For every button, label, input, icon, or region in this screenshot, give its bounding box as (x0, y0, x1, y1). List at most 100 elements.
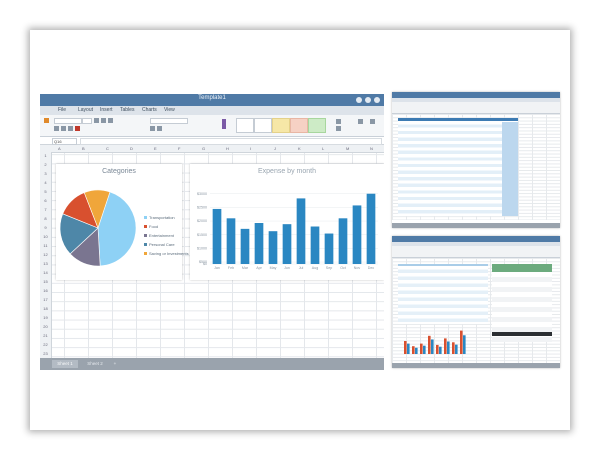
row-header[interactable]: 11 (40, 243, 51, 248)
sheet-tab-2[interactable]: Sheet 2 (82, 360, 108, 368)
row-header[interactable]: 21 (40, 333, 51, 338)
column-header[interactable]: H (226, 146, 229, 151)
pie-chart-card[interactable]: Categories Transportation Food Entertain… (56, 164, 189, 280)
column-header[interactable]: M (346, 146, 349, 151)
row-header[interactable]: 22 (40, 342, 51, 347)
font-color-icon[interactable] (75, 126, 80, 131)
close-icon[interactable] (374, 97, 380, 103)
currency-icon[interactable] (150, 126, 155, 131)
column-header[interactable]: B (82, 146, 85, 151)
sort-icon[interactable] (358, 119, 363, 124)
font-size-select[interactable] (82, 118, 92, 124)
menu-file[interactable]: File (58, 107, 66, 113)
row-header[interactable]: 2 (40, 162, 51, 167)
bar[interactable] (282, 224, 292, 264)
row-header[interactable]: 8 (40, 216, 51, 221)
budget-table (398, 264, 488, 324)
percent-icon[interactable] (157, 126, 162, 131)
row-header[interactable]: 12 (40, 252, 51, 257)
mini-bar (428, 335, 431, 354)
row-header[interactable]: 6 (40, 198, 51, 203)
delete-cells-icon[interactable] (336, 126, 341, 131)
font-name-select[interactable] (54, 118, 82, 124)
row-header[interactable]: 9 (40, 225, 51, 230)
column-header[interactable]: K (298, 146, 301, 151)
side-window-dashboard[interactable] (392, 236, 560, 368)
table-highlight-column (502, 122, 518, 216)
bar[interactable] (296, 198, 306, 264)
side-window-table[interactable] (392, 92, 560, 228)
bar[interactable] (324, 233, 334, 264)
align-left-icon[interactable] (54, 126, 59, 131)
add-sheet-button[interactable]: + (110, 360, 120, 368)
column-header[interactable]: L (322, 146, 324, 151)
formula-input[interactable] (80, 138, 382, 145)
bar[interactable] (240, 228, 250, 264)
minimize-icon[interactable] (356, 97, 362, 103)
column-header[interactable]: D (130, 146, 133, 151)
row-header[interactable]: 17 (40, 297, 51, 302)
bar[interactable] (352, 205, 362, 264)
row-header[interactable]: 14 (40, 270, 51, 275)
bar[interactable] (268, 231, 278, 264)
row-header[interactable]: 19 (40, 315, 51, 320)
row-header[interactable]: 1 (40, 153, 51, 158)
row-header[interactable]: 15 (40, 279, 51, 284)
mini-bar (447, 341, 450, 354)
column-header[interactable]: N (370, 146, 373, 151)
row-header[interactable]: 13 (40, 261, 51, 266)
insert-cells-icon[interactable] (336, 119, 341, 124)
column-header[interactable]: I (250, 146, 251, 151)
column-header[interactable]: F (178, 146, 180, 151)
bar[interactable] (338, 218, 348, 264)
menu-view[interactable]: View (164, 107, 175, 113)
style-good[interactable] (308, 118, 326, 133)
column-header[interactable]: C (106, 146, 109, 151)
menu-tables[interactable]: Tables (120, 107, 134, 113)
row-header[interactable]: 20 (40, 324, 51, 329)
row-header[interactable]: 10 (40, 234, 51, 239)
column-header[interactable]: G (202, 146, 205, 151)
style-normal[interactable] (236, 118, 254, 133)
bar[interactable] (254, 223, 264, 264)
maximize-icon[interactable] (365, 97, 371, 103)
column-header[interactable]: J (274, 146, 276, 151)
align-right-icon[interactable] (68, 126, 73, 131)
row-header[interactable]: 18 (40, 306, 51, 311)
align-center-icon[interactable] (61, 126, 66, 131)
row-header[interactable]: 16 (40, 288, 51, 293)
paste-icon[interactable] (44, 118, 49, 123)
row-header[interactable]: 23 (40, 351, 51, 356)
x-tick-label: Oct (340, 266, 346, 270)
row-header[interactable]: 7 (40, 207, 51, 212)
underline-icon[interactable] (108, 118, 113, 123)
conditional-format-icon[interactable] (222, 119, 226, 129)
x-tick-label: Mar (242, 266, 249, 270)
row-header[interactable]: 5 (40, 189, 51, 194)
bar[interactable] (226, 218, 236, 264)
menu-layout[interactable]: Layout (78, 107, 93, 113)
menu-bar: File Layout Insert Tables Charts View (40, 106, 384, 115)
sheet-tab-1[interactable]: Sheet 1 (52, 360, 78, 368)
mini-bar (423, 345, 426, 354)
style-percent[interactable] (254, 118, 272, 133)
bold-icon[interactable] (94, 118, 99, 123)
menu-charts[interactable]: Charts (142, 107, 157, 113)
bar[interactable] (212, 208, 222, 264)
row-header[interactable]: 3 (40, 171, 51, 176)
bar[interactable] (366, 193, 376, 264)
row-header[interactable]: 4 (40, 180, 51, 185)
name-box[interactable]: Q16 (52, 138, 77, 145)
bar-chart-card[interactable]: Expense by month $3000 $2500 $2000 $1500 $10… (190, 164, 384, 280)
bar[interactable] (310, 226, 320, 264)
legend-label: Personal Care (149, 242, 175, 247)
filter-icon[interactable] (370, 119, 375, 124)
menu-insert[interactable]: Insert (100, 107, 113, 113)
style-neutral[interactable] (272, 118, 290, 133)
column-header[interactable]: E (154, 146, 157, 151)
italic-icon[interactable] (101, 118, 106, 123)
column-header[interactable]: A (58, 146, 61, 151)
number-format-select[interactable] (150, 118, 188, 124)
pie-chart-title: Categories (102, 168, 136, 175)
style-bad[interactable] (290, 118, 308, 133)
